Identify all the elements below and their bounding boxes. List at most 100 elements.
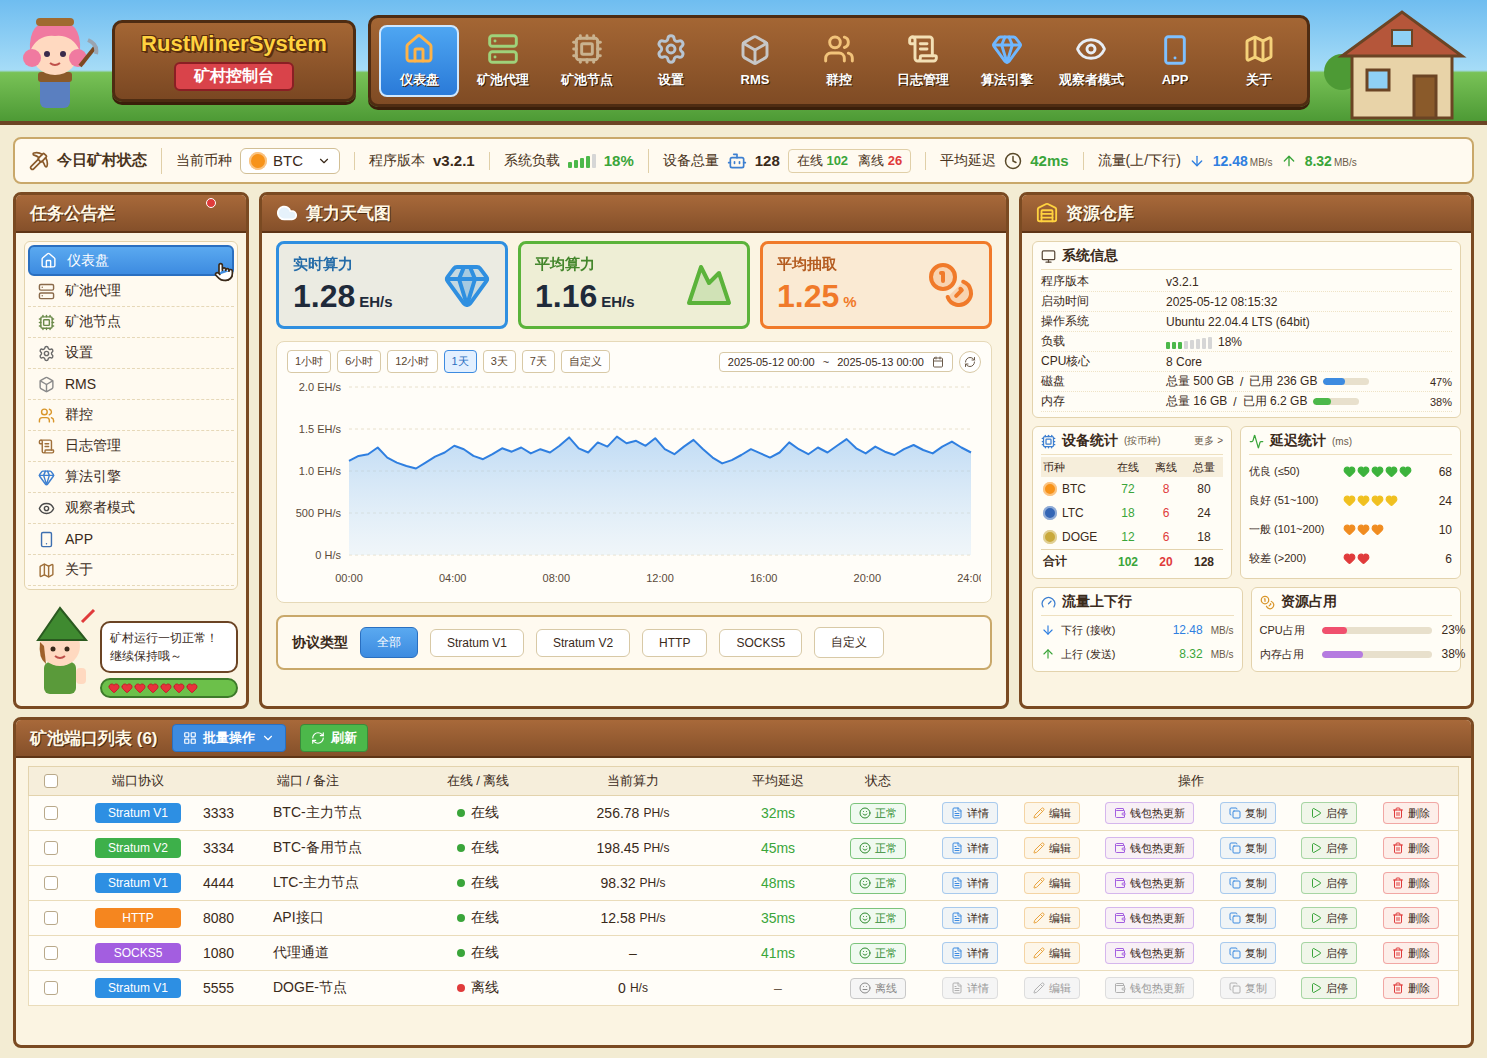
edit-button[interactable]: 编辑 [1024,837,1080,859]
range-button[interactable]: 1小时 [287,350,331,373]
copy-button[interactable]: 复制 [1220,802,1276,824]
toggle-button[interactable]: 启停 [1301,907,1357,929]
copy-button[interactable]: 复制 [1220,907,1276,929]
sidebar-item[interactable]: 仪表盘 [28,245,234,276]
wallet-update-button[interactable]: 钱包热更新 [1105,837,1194,859]
house-icon [403,33,435,65]
toggle-button[interactable]: 启停 [1301,977,1357,999]
row-checkbox[interactable] [44,946,58,960]
nav-tab[interactable]: APP [1135,25,1215,97]
more-link[interactable]: 更多 > [1194,434,1223,448]
detail-button[interactable]: 详情 [942,907,998,929]
sidebar-item[interactable]: 矿池代理 [28,276,234,307]
wallet-update-button[interactable]: 钱包热更新 [1105,872,1194,894]
sidebar-item[interactable]: APP [28,524,234,555]
nav-tab[interactable]: 算法引擎 [967,25,1047,97]
nav-tab[interactable]: 仪表盘 [379,25,459,97]
copy-button[interactable]: 复制 [1220,942,1276,964]
svg-text:500 PH/s: 500 PH/s [296,507,342,519]
nav-tab[interactable]: 关于 [1219,25,1299,97]
logo-subtitle: 矿村控制台 [174,62,294,91]
delete-button[interactable]: 删除 [1383,872,1439,894]
nav-tab[interactable]: 矿池代理 [463,25,543,97]
protocol-option[interactable]: Stratum V2 [536,629,630,657]
edit-button[interactable]: 编辑 [1024,942,1080,964]
sidebar-item[interactable]: 关于 [28,555,234,586]
batch-button[interactable]: 批量操作 [172,724,286,752]
nav-tab[interactable]: 观察者模式 [1051,25,1131,97]
protocol-tag: Stratum V2 [95,838,181,858]
device-stats: 设备统计(按币种)更多 >币种在线离线总量BTC72880LTC18624DOG… [1032,426,1232,579]
sidebar-item[interactable]: 群控 [28,400,234,431]
date-range[interactable]: 2025-05-12 00:00~2025-05-13 00:00 [719,352,953,372]
detail-button[interactable]: 详情 [942,872,998,894]
edit-button[interactable]: 编辑 [1024,872,1080,894]
protocol-option[interactable]: HTTP [642,629,707,657]
delete-button[interactable]: 删除 [1383,907,1439,929]
coin-select[interactable]: BTC [240,148,340,174]
row-checkbox[interactable] [44,911,58,925]
detail-button[interactable]: 详情 [942,942,998,964]
toggle-button[interactable]: 启停 [1301,942,1357,964]
sidebar-item[interactable]: 观察者模式 [28,493,234,524]
heart-icon [134,682,146,694]
wallet-icon [1114,877,1126,889]
range-button[interactable]: 1天 [444,350,477,373]
range-button[interactable]: 自定义 [561,350,610,373]
range-button[interactable]: 3天 [483,350,516,373]
toggle-button[interactable]: 启停 [1301,837,1357,859]
edit-button[interactable]: 编辑 [1024,802,1080,824]
x-tick: 20:00 [854,572,882,584]
nav-tab[interactable]: 群控 [799,25,879,97]
status-dot [457,879,465,887]
protocol-option[interactable]: 自定义 [814,627,884,658]
row-checkbox[interactable] [44,876,58,890]
delete-button[interactable]: 删除 [1383,802,1439,824]
row-checkbox[interactable] [44,806,58,820]
delete-button[interactable]: 删除 [1383,942,1439,964]
nav-tab[interactable]: 矿池节点 [547,25,627,97]
meter-bar [580,158,584,168]
sidebar-item[interactable]: 矿池节点 [28,307,234,338]
nav-tab[interactable]: RMS [715,25,795,97]
protocol-option[interactable]: 全部 [360,627,418,658]
protocol-option[interactable]: SOCKS5 [719,629,802,657]
sidebar-item[interactable]: 算法引擎 [28,462,234,493]
hashrate-chart: 2.0 EH/s1.5 EH/s1.0 EH/s500 PH/s0 H/s00:… [287,379,981,594]
select-all-checkbox[interactable] [44,774,58,788]
stat-card: 实时算力1.28EH/s [276,241,508,329]
row-checkbox[interactable] [44,841,58,855]
range-button[interactable]: 7天 [522,350,555,373]
smile-icon [859,842,871,854]
delete-button[interactable]: 删除 [1383,977,1439,999]
toggle-button[interactable]: 启停 [1301,872,1357,894]
info-row: 磁盘总量 500 GB/已用 236 GB47% [1041,372,1452,392]
detail-button[interactable]: 详情 [942,837,998,859]
info-row: 负载18% [1041,332,1452,352]
wallet-update-button[interactable]: 钱包热更新 [1105,907,1194,929]
copy-button[interactable]: 复制 [1220,872,1276,894]
toggle-button[interactable]: 启停 [1301,802,1357,824]
page: RustMinerSystem矿村控制台仪表盘矿池代理矿池节点设置RMS群控日志… [0,0,1487,1058]
range-button[interactable]: 6小时 [337,350,381,373]
row-checkbox[interactable] [44,981,58,995]
wallet-update-button[interactable]: 钱包热更新 [1105,802,1194,824]
chevron-down-icon [317,154,331,168]
chart-refresh-button[interactable] [959,351,981,373]
range-button[interactable]: 12小时 [387,350,437,373]
nav-tab[interactable]: 设置 [631,25,711,97]
map-icon [1243,33,1275,65]
protocol-option[interactable]: Stratum V1 [430,629,524,657]
edit-button[interactable]: 编辑 [1024,907,1080,929]
sidebar-item[interactable]: RMS [28,369,234,400]
pickaxe-icon [29,151,49,171]
sidebar-item[interactable]: 设置 [28,338,234,369]
status-dot [457,949,465,957]
detail-button[interactable]: 详情 [942,802,998,824]
wallet-update-button[interactable]: 钱包热更新 [1105,942,1194,964]
sidebar-item[interactable]: 日志管理 [28,431,234,462]
nav-tab[interactable]: 日志管理 [883,25,963,97]
refresh-button[interactable]: 刷新 [300,724,368,752]
copy-button[interactable]: 复制 [1220,837,1276,859]
delete-button[interactable]: 删除 [1383,837,1439,859]
